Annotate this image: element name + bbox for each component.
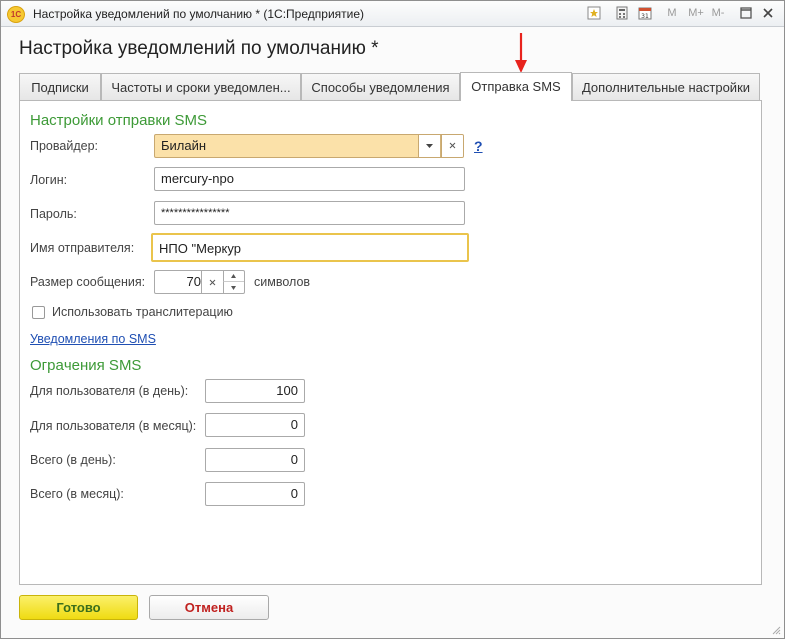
page-title: Настройка уведомлений по умолчанию * [19,38,379,59]
limit-user-month-field[interactable]: 0 [205,413,305,437]
chevron-down-icon [231,286,236,290]
login-field[interactable]: mercury-npo [154,167,465,191]
transliteration-checkbox[interactable] [32,306,45,319]
limit-total-day-label: Всего (в день): [30,453,116,467]
favorite-icon[interactable] [587,6,601,20]
message-size-unit: символов [254,275,311,289]
memory-minus-button[interactable]: M- [709,5,727,22]
resize-grip-icon[interactable] [771,625,781,635]
tab-frequencies[interactable]: Частоты и сроки уведомлен... [101,73,301,100]
provider-help-link[interactable]: ? [474,138,483,154]
provider-clear-button[interactable] [441,135,463,157]
provider-field[interactable]: Билайн [154,134,464,158]
calendar-icon[interactable]: 31 [638,6,652,20]
chevron-down-icon [426,144,433,148]
sender-label: Имя отправителя: [30,241,135,255]
calculator-icon[interactable] [615,6,629,20]
window-title: Настройка уведомлений по умолчанию * (1С… [33,7,365,21]
message-size-clear-button[interactable] [201,271,223,293]
limit-user-day-label: Для пользователя (в день): [30,384,189,398]
annotation-arrow-icon [515,33,527,73]
limit-user-month-label: Для пользователя (в месяц): [30,419,197,433]
message-size-field[interactable]: 70 [154,270,245,294]
clear-icon [449,142,456,149]
provider-label: Провайдер: [30,139,98,153]
message-size-value: 70 [186,274,201,289]
transliteration-label: Использовать транслитерацию [52,305,233,319]
done-button[interactable]: Готово [19,595,138,620]
svg-text:31: 31 [641,13,649,20]
close-icon[interactable] [761,6,775,20]
chevron-up-icon [231,274,236,278]
sender-field[interactable]: НПО "Меркур [151,233,469,262]
memory-button[interactable]: M [665,5,679,22]
restore-icon[interactable] [739,6,753,20]
limit-total-month-field[interactable]: 0 [205,482,305,506]
provider-value: Билайн [161,138,207,153]
cancel-button[interactable]: Отмена [149,595,269,620]
tab-content-panel: Настройки отправки SMS Провайдер: Билайн… [19,100,762,585]
message-size-decrement-button[interactable] [223,282,244,293]
message-size-increment-button[interactable] [223,271,244,282]
clear-icon [209,279,216,286]
main-window: 1C Настройка уведомлений по умолчанию * … [0,0,785,639]
sms-settings-title: Настройки отправки SMS [30,112,207,129]
password-label: Пароль: [30,207,77,221]
limit-total-month-label: Всего (в месяц): [30,487,124,501]
tab-sms-sending[interactable]: Отправка SMS [460,72,572,101]
limit-user-day-field[interactable]: 100 [205,379,305,403]
tab-additional-settings[interactable]: Дополнительные настройки [572,73,760,100]
title-bar: 1C Настройка уведомлений по умолчанию * … [1,1,784,27]
sms-notifications-link[interactable]: Уведомления по SMS [30,332,156,346]
app-logo-icon: 1C [7,6,25,23]
tab-notification-methods[interactable]: Способы уведомления [301,73,460,100]
provider-dropdown-button[interactable] [418,135,440,157]
memory-plus-button[interactable]: M+ [685,5,707,22]
limit-total-day-field[interactable]: 0 [205,448,305,472]
message-size-label: Размер сообщения: [30,275,146,289]
tab-subscriptions[interactable]: Подписки [19,73,101,100]
password-field[interactable]: **************** [154,201,465,225]
sms-limits-title: Огрaчения SMS [30,357,142,374]
login-label: Логин: [30,173,68,187]
